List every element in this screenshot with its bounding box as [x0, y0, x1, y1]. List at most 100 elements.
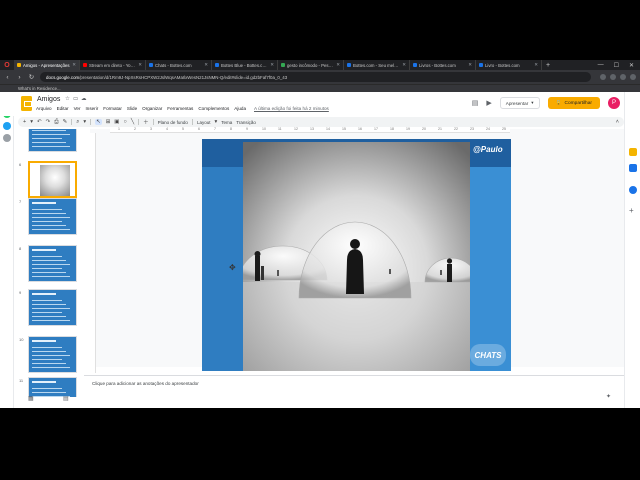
- keep-icon[interactable]: [629, 148, 637, 156]
- chevron-down-icon[interactable]: ▾: [30, 119, 33, 125]
- menu-item[interactable]: Inserir: [86, 106, 99, 111]
- image-icon[interactable]: ▣: [114, 119, 119, 125]
- tab-close-icon[interactable]: ✕: [138, 62, 142, 68]
- browser-tab[interactable]: gesto incômodo - Pesquisa ✕: [278, 60, 344, 70]
- thumbnail-text-line: [32, 363, 66, 364]
- slide-thumbnail[interactable]: [28, 198, 77, 235]
- cloud-saved-icon[interactable]: ☁: [81, 96, 87, 102]
- line-icon[interactable]: ╲: [131, 119, 134, 125]
- back-icon[interactable]: ‹: [4, 74, 11, 81]
- speaker-notes[interactable]: Clique para adicionar as anotações do ap…: [84, 375, 624, 405]
- menu-item[interactable]: Slide: [127, 106, 137, 111]
- select-tool-icon[interactable]: ↖: [95, 119, 102, 125]
- forward-icon[interactable]: ›: [16, 74, 23, 81]
- comment-add-icon[interactable]: ＋: [143, 118, 149, 126]
- minimize-icon[interactable]: —: [598, 62, 604, 69]
- chevron-down-icon[interactable]: ▾: [214, 119, 217, 125]
- browser-tab[interactable]: Bottes Blue - Bottes.com ✕: [212, 60, 278, 70]
- ruler-tick-label: 24: [486, 127, 490, 131]
- reload-icon[interactable]: ↻: [28, 73, 35, 81]
- slide-thumbnail[interactable]: [28, 336, 77, 373]
- tab-close-icon[interactable]: ✕: [402, 62, 406, 68]
- menu-item[interactable]: Formatar: [103, 106, 122, 111]
- slide-thumbnail[interactable]: [28, 129, 77, 152]
- undo-icon[interactable]: ↶: [37, 119, 42, 125]
- new-tab-icon[interactable]: +: [542, 62, 554, 69]
- present-button[interactable]: Apresentar ▾: [499, 97, 540, 109]
- menu-item[interactable]: Editar: [57, 106, 69, 111]
- maximize-icon[interactable]: ☐: [614, 62, 619, 69]
- comments-icon[interactable]: ▤: [472, 99, 479, 107]
- tasks-icon[interactable]: [629, 186, 637, 194]
- tab-close-icon[interactable]: ✕: [72, 62, 76, 68]
- menu-item[interactable]: Organizar: [142, 106, 162, 111]
- slide-thumbnail[interactable]: [28, 161, 77, 198]
- tab-close-icon[interactable]: ✕: [468, 62, 472, 68]
- url-input[interactable]: docs.google.com /presentation/d/1Rm9J-Np…: [40, 72, 591, 82]
- meet-icon[interactable]: ▶: [486, 99, 491, 107]
- notes-placeholder: Clique para adicionar as anotações do ap…: [92, 381, 199, 386]
- browser-tab[interactable]: Amigos - Apresentações ✕: [14, 60, 80, 70]
- slides-logo-icon[interactable]: [21, 96, 32, 111]
- slide-thumbnail[interactable]: [28, 377, 77, 397]
- paint-format-icon[interactable]: ✎: [63, 119, 68, 125]
- horizontal-ruler: 1 2 3 4 5 6 7 8 9 10 11 12 13 14 15 16 17 18 19 20 21 22 23 24 2…: [110, 127, 510, 133]
- text-box-icon[interactable]: ⊞: [106, 119, 111, 125]
- new-slide-icon[interactable]: +: [23, 119, 26, 125]
- extension-icon[interactable]: [610, 74, 616, 80]
- explore-icon[interactable]: ✦: [606, 393, 611, 400]
- browser-tab[interactable]: Livros - Bottes.com ✕: [410, 60, 476, 70]
- layout-button[interactable]: Layout: [197, 120, 211, 125]
- browser-tab[interactable]: Stream em direto - YouTube✕: [80, 60, 146, 70]
- browser-tab[interactable]: Livro - Bottes.com ✕: [476, 60, 542, 70]
- add-addon-icon[interactable]: +: [629, 206, 637, 215]
- sidebar-history-icon[interactable]: [3, 134, 11, 142]
- slide-thumbnail-row[interactable]: 10: [14, 336, 84, 382]
- bookmark-item[interactable]: What's in Residence...: [18, 86, 61, 91]
- extension-icon[interactable]: [620, 74, 626, 80]
- redo-icon[interactable]: ↷: [46, 119, 51, 125]
- tab-close-icon[interactable]: ✕: [336, 62, 340, 68]
- move-folder-icon[interactable]: ▭: [73, 96, 78, 102]
- share-button[interactable]: 🔒 Compartilhar: [547, 97, 600, 109]
- theme-button[interactable]: Tema: [221, 120, 232, 125]
- menu-item[interactable]: Ajuda: [234, 106, 246, 111]
- profile-icon[interactable]: [630, 74, 636, 80]
- menu-item[interactable]: Ferramentas: [167, 106, 193, 111]
- calendar-icon[interactable]: [629, 164, 637, 172]
- print-icon[interactable]: ⎙: [54, 119, 58, 126]
- transition-button[interactable]: Transição: [236, 120, 256, 125]
- avatar[interactable]: P: [608, 97, 620, 109]
- tab-close-icon[interactable]: ✕: [204, 62, 208, 68]
- zoom-icon[interactable]: ⌕: [76, 119, 79, 126]
- browser-tab[interactable]: Bottes.com - Seu melhor ✕: [344, 60, 410, 70]
- slide-image[interactable]: [243, 142, 470, 371]
- filmstrip-view-icon[interactable]: ▤: [63, 395, 69, 402]
- slide-thumbnail-row[interactable]: 9: [14, 289, 84, 335]
- grid-view-icon[interactable]: ▦: [28, 395, 34, 402]
- last-edit-link[interactable]: A última edição foi feita há 2 minutos: [254, 106, 329, 111]
- chevron-up-icon[interactable]: ˄: [616, 119, 619, 125]
- chevron-down-icon[interactable]: ▾: [83, 119, 86, 125]
- star-icon[interactable]: ☆: [65, 96, 70, 102]
- extension-icon[interactable]: [600, 74, 606, 80]
- tab-close-icon[interactable]: ✕: [270, 62, 274, 68]
- slide-thumbnail-row[interactable]: 11: [14, 377, 84, 397]
- menu-item[interactable]: Arquivo: [36, 106, 52, 111]
- slide-thumbnail[interactable]: [28, 289, 77, 326]
- slide-thumbnail[interactable]: [28, 245, 77, 282]
- slide-thumbnail-row[interactable]: [14, 129, 84, 161]
- menu-item[interactable]: Complementos: [198, 106, 229, 111]
- opera-logo-icon[interactable]: O: [0, 60, 14, 70]
- current-slide[interactable]: @Paulo CHATS: [202, 139, 511, 371]
- document-title[interactable]: Amigos: [37, 96, 60, 103]
- close-window-icon[interactable]: ✕: [629, 62, 634, 69]
- browser-tab[interactable]: Chats - Bottes.com ✕: [146, 60, 212, 70]
- slide-thumbnail-row[interactable]: 7: [14, 198, 84, 244]
- sidebar-telegram-icon[interactable]: [3, 122, 11, 130]
- tab-close-icon[interactable]: ✕: [534, 62, 538, 68]
- shape-icon[interactable]: ○: [124, 119, 127, 125]
- menu-item[interactable]: Ver: [74, 106, 81, 111]
- slide-thumbnail-row[interactable]: 8: [14, 245, 84, 291]
- background-button[interactable]: Plano de fundo: [158, 120, 188, 125]
